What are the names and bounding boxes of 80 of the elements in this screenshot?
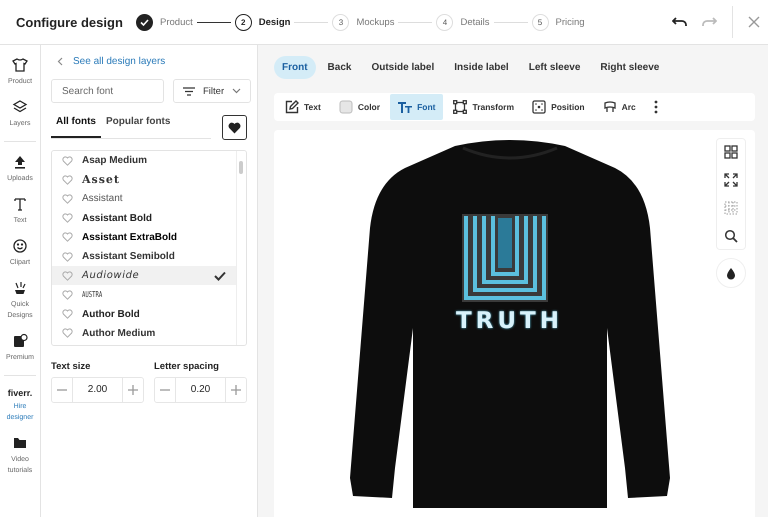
- number-stepper[interactable]: 0.20: [154, 377, 247, 403]
- view-tab[interactable]: Outside label: [363, 56, 442, 79]
- heart-outline-icon[interactable]: [62, 270, 73, 281]
- heart-icon: [228, 122, 241, 134]
- color-swatch-icon: [338, 100, 353, 114]
- back-link[interactable]: See all design layers: [73, 56, 166, 67]
- color-drop-button[interactable]: [716, 258, 746, 288]
- font-list-item[interactable]: AUSTRA: [52, 285, 236, 304]
- edit-icon: [285, 100, 299, 114]
- more-options-icon[interactable]: [654, 100, 658, 114]
- heart-outline-icon[interactable]: [62, 290, 73, 300]
- upload-icon: [12, 154, 28, 170]
- favorites-button[interactable]: [222, 115, 247, 140]
- heart-outline-icon[interactable]: [62, 309, 73, 320]
- stepper-step[interactable]: 5 Pricing: [532, 14, 585, 30]
- layers-icon: [12, 99, 28, 115]
- brand-logo: fiverr.: [8, 388, 32, 398]
- stepper-step[interactable]: 3 Mockups: [332, 14, 394, 30]
- view-tab[interactable]: Inside label: [446, 56, 517, 79]
- undo-icon[interactable]: [672, 16, 688, 28]
- design-text[interactable]: TRUTH: [344, 308, 674, 334]
- toolbar-button[interactable]: Transform: [445, 94, 522, 120]
- font-list-item[interactable]: Audiowide: [52, 266, 236, 286]
- search-field[interactable]: Search font: [51, 79, 164, 103]
- image-icon: [12, 333, 28, 349]
- stepper-step[interactable]: 4 Details: [436, 14, 490, 30]
- number-stepper[interactable]: 2.00: [51, 377, 144, 403]
- font-tab[interactable]: All fonts: [51, 116, 101, 138]
- view-tab[interactable]: Right sleeve: [592, 56, 668, 79]
- expand-icon[interactable]: [724, 173, 738, 187]
- layout-icon[interactable]: [724, 145, 738, 159]
- magic-icon: [12, 280, 28, 296]
- text-icon: [12, 196, 28, 212]
- checkmark-icon: [214, 270, 226, 281]
- close-icon[interactable]: [748, 16, 760, 28]
- window-title: Configure design: [16, 14, 124, 30]
- folder-icon: [12, 435, 28, 451]
- redo-icon[interactable]: [701, 16, 717, 28]
- chevron-down-icon: [232, 88, 242, 94]
- field-label: Text size: [51, 361, 92, 372]
- field-label: Letter spacing: [154, 361, 220, 372]
- font-list-item[interactable]: Author Medium: [52, 324, 236, 343]
- stepper-step[interactable]: Product: [136, 14, 193, 30]
- heart-outline-icon[interactable]: [62, 156, 73, 166]
- font-list-item[interactable]: Assistant Bold: [52, 208, 236, 228]
- toolbar-button[interactable]: Font: [390, 94, 444, 120]
- view-tab[interactable]: Left sleeve: [520, 56, 588, 79]
- font-icon: [398, 100, 412, 114]
- filter-button[interactable]: Filter: [173, 79, 252, 103]
- font-list-item[interactable]: Asap Medium: [52, 151, 236, 170]
- font-list-item[interactable]: Author Bold: [52, 304, 236, 324]
- view-tab[interactable]: Front: [274, 56, 316, 79]
- heart-outline-icon[interactable]: [62, 232, 73, 242]
- shirt-icon: [12, 57, 28, 73]
- chevron-left-icon[interactable]: [57, 57, 63, 66]
- toolbar-button[interactable]: Position: [524, 94, 593, 120]
- font-list-item[interactable]: Assistant ExtraBold: [52, 228, 236, 247]
- zoom-icon[interactable]: [724, 229, 738, 243]
- filter-icon: [183, 86, 195, 96]
- toolbar-button[interactable]: Text: [277, 94, 329, 120]
- smiley-icon: [12, 238, 28, 254]
- font-list-item[interactable]: Assistant: [52, 189, 236, 209]
- toolbar-button[interactable]: Color: [330, 94, 388, 120]
- font-list-item[interactable]: Asset: [52, 170, 236, 190]
- font-list-item[interactable]: Assistant Semibold: [52, 246, 236, 266]
- view-tab[interactable]: Back: [320, 56, 360, 79]
- arc-icon: [602, 100, 617, 114]
- heart-outline-icon[interactable]: [62, 174, 73, 185]
- heart-outline-icon[interactable]: [62, 194, 73, 204]
- stepper-step[interactable]: 2 Design: [234, 14, 290, 30]
- position-icon: [532, 100, 546, 114]
- heart-outline-icon[interactable]: [62, 213, 73, 224]
- heart-outline-icon[interactable]: [62, 252, 73, 262]
- grid-icon[interactable]: [724, 201, 738, 215]
- toolbar-button[interactable]: Arc: [594, 94, 644, 120]
- font-tab[interactable]: Popular fonts: [101, 116, 176, 138]
- checkmark-icon: [136, 14, 153, 30]
- heart-outline-icon[interactable]: [62, 328, 73, 338]
- transform-icon: [453, 100, 468, 114]
- drop-icon: [726, 266, 736, 280]
